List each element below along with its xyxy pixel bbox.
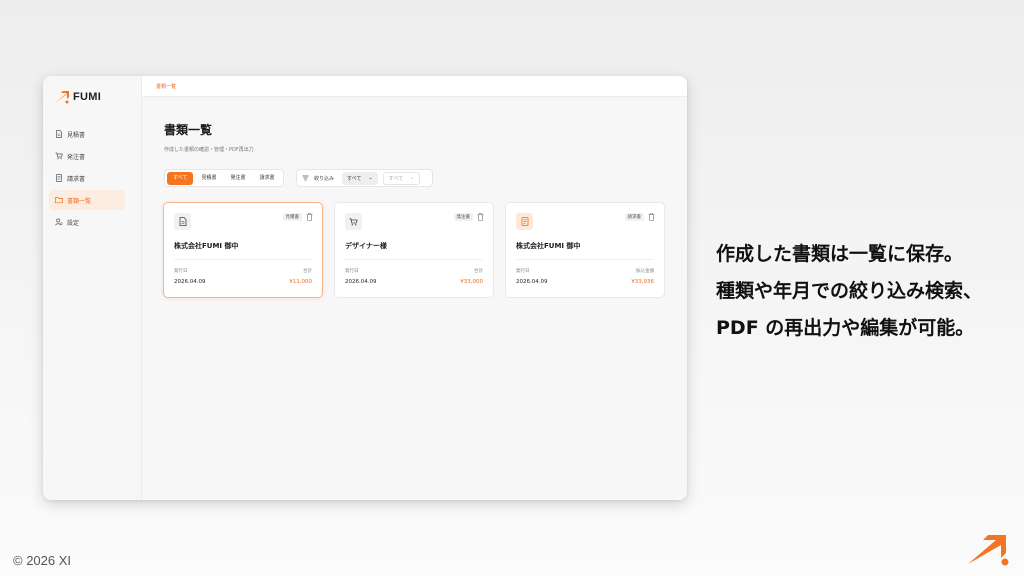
cart-icon [349, 217, 358, 225]
issue-date-label: 発行日 [516, 269, 530, 274]
sidebar-item-documents[interactable]: 書類一覧 [49, 190, 125, 210]
document-type-tabs: すべて 見積書 発注書 請求書 [164, 169, 284, 187]
top-bar: 書類一覧 [142, 76, 687, 97]
sidebar-item-label: 書類一覧 [67, 197, 92, 205]
copyright: © 2026 XI [13, 553, 72, 568]
breadcrumb[interactable]: 書類一覧 [156, 83, 176, 90]
trash-icon[interactable] [648, 213, 655, 221]
document-card[interactable]: 発注書 デザイナー様 発行日 合計 2026.04.09 ¥33,000 [334, 202, 494, 298]
document-icon-box [345, 213, 362, 230]
document-card[interactable]: 請求書 株式会社FUMI 御中 発行日 振込金額 2026.04.09 ¥33,… [505, 202, 665, 298]
amount-label: 振込金額 [636, 269, 654, 274]
file-document-icon [56, 130, 62, 138]
chevron-down-icon: ⌄ [410, 175, 415, 181]
sidebar-item-quotes[interactable]: 見積書 [49, 124, 125, 144]
sidebar-item-invoices[interactable]: 請求書 [49, 168, 125, 188]
amount-label: 合計 [303, 269, 312, 274]
receipt-icon [56, 174, 62, 182]
sidebar-item-orders[interactable]: 発注書 [49, 146, 125, 166]
tab-quotes[interactable]: 見積書 [195, 172, 222, 185]
folder-icon [55, 197, 63, 204]
page-title: 書類一覧 [164, 123, 213, 137]
app-window: FUMI 見積書 発注書 請求書 書類一覧 設定 書類一覧 書類一覧 作成した書… [43, 76, 687, 500]
amount-label: 合計 [474, 269, 483, 274]
feature-line-2: 種類や年月での絞り込み検索、 [716, 280, 983, 302]
sidebar-item-label: 見積書 [67, 131, 86, 139]
amount: ¥33,936 [631, 279, 654, 285]
receipt-icon [521, 217, 528, 226]
sidebar-item-settings[interactable]: 設定 [49, 212, 125, 232]
tab-orders[interactable]: 発注書 [224, 172, 251, 185]
document-type-badge: 見積書 [282, 213, 302, 221]
amount: ¥33,000 [460, 279, 483, 285]
page-subtitle: 作成した書類の確認・管理・PDF再出力 [164, 147, 254, 153]
divider [516, 259, 654, 260]
issue-date-label: 発行日 [345, 269, 359, 274]
year-select-value: すべて [347, 175, 362, 182]
main-content: 書類一覧 書類一覧 作成した書類の確認・管理・PDF再出力 すべて 見積書 発注… [142, 76, 687, 500]
filter-label: 絞り込み [314, 175, 335, 182]
document-icon-box [174, 213, 191, 230]
logo[interactable]: FUMI [54, 90, 101, 104]
tab-all[interactable]: すべて [167, 171, 194, 185]
month-select[interactable]: すべて ⌄ [382, 171, 421, 185]
document-card-list: 見積書 株式会社FUMI 御中 発行日 合計 2026.04.09 ¥11,00… [163, 202, 665, 298]
document-icon-box [516, 213, 533, 230]
client-name: デザイナー様 [345, 242, 387, 250]
logo-text: FUMI [73, 91, 102, 103]
amount: ¥11,000 [289, 279, 312, 285]
client-name: 株式会社FUMI 御中 [516, 242, 581, 250]
chevron-down-icon: ⌄ [368, 175, 373, 181]
tab-invoices[interactable]: 請求書 [253, 172, 280, 185]
feature-line-1: 作成した書類は一覧に保存。 [716, 243, 964, 265]
month-select-value: すべて [388, 175, 404, 182]
year-select[interactable]: すべて ⌄ [342, 171, 378, 185]
feature-line-3: PDF の再出力や編集が可能。 [716, 317, 975, 339]
trash-icon[interactable] [477, 213, 484, 221]
client-name: 株式会社FUMI 御中 [174, 242, 239, 250]
issue-date: 2026.04.09 [516, 279, 548, 285]
divider [345, 259, 483, 260]
cart-icon [55, 152, 63, 160]
brand-mark-icon [968, 535, 1009, 566]
file-document-icon [179, 217, 186, 226]
filter-icon [302, 175, 309, 181]
sidebar-item-label: 発注書 [67, 153, 86, 161]
document-type-badge: 請求書 [624, 213, 644, 221]
sidebar: FUMI 見積書 発注書 請求書 書類一覧 設定 [43, 76, 142, 500]
issue-date: 2026.04.09 [174, 279, 206, 285]
sidebar-item-label: 請求書 [67, 175, 86, 183]
sidebar-nav: 見積書 発注書 請求書 書類一覧 設定 [49, 124, 125, 234]
document-type-badge: 発注書 [453, 213, 473, 221]
sidebar-item-label: 設定 [67, 219, 80, 227]
issue-date-label: 発行日 [174, 269, 188, 274]
divider [174, 259, 312, 260]
fumi-logo-icon [55, 91, 69, 104]
filter-bar: 絞り込み すべて ⌄ すべて ⌄ [296, 169, 433, 187]
document-card[interactable]: 見積書 株式会社FUMI 御中 発行日 合計 2026.04.09 ¥11,00… [163, 202, 323, 298]
issue-date: 2026.04.09 [345, 279, 377, 285]
feature-description: 作成した書類は一覧に保存。 種類や年月での絞り込み検索、 PDF の再出力や編集… [716, 236, 982, 347]
user-settings-icon [55, 218, 63, 226]
trash-icon[interactable] [306, 213, 313, 221]
